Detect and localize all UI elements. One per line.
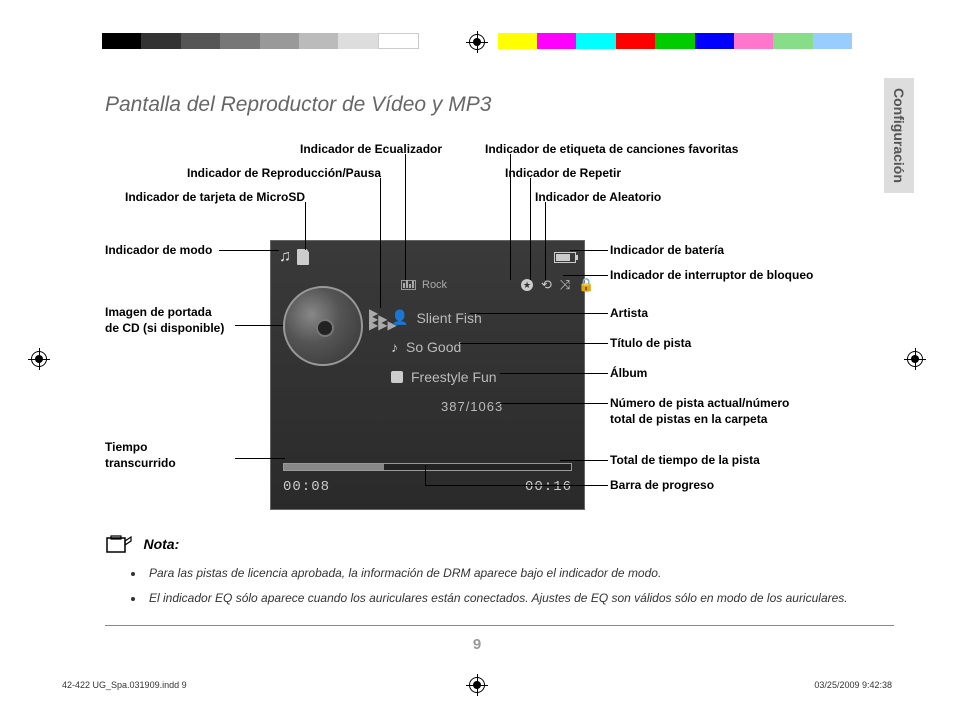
artist-text: Slient Fish bbox=[416, 310, 481, 326]
note-heading: Nota: bbox=[143, 536, 179, 552]
album-text: Freestyle Fun bbox=[411, 369, 497, 385]
eq-text: Rock bbox=[422, 279, 447, 291]
section-tab-label: Configuración bbox=[891, 88, 907, 183]
eq-bars-icon bbox=[401, 280, 416, 290]
note-icon: ♪ bbox=[391, 339, 398, 355]
repeat-icon: ⟲ bbox=[541, 277, 552, 293]
cd-cover-image bbox=[283, 286, 363, 366]
imprint-timestamp: 03/25/2009 9:42:38 bbox=[814, 680, 892, 690]
music-note-icon: ♫ bbox=[279, 248, 291, 266]
note-item: El indicador EQ sólo aparece cuando los … bbox=[145, 590, 874, 607]
leader-line bbox=[305, 202, 306, 250]
registration-mark-icon bbox=[466, 674, 488, 696]
footer-rule bbox=[105, 625, 894, 626]
diagram: Indicador de Ecualizador Indicador de et… bbox=[105, 130, 865, 530]
label-repeat: Indicador de Repetir bbox=[505, 166, 621, 182]
leader-line bbox=[545, 202, 546, 280]
leader-line bbox=[510, 154, 511, 280]
leader-line bbox=[570, 250, 608, 251]
leader-line bbox=[560, 460, 608, 461]
note-section: Nota: Para las pistas de licencia aproba… bbox=[105, 535, 874, 615]
favorite-star-icon: ★ bbox=[521, 279, 533, 291]
label-mode: Indicador de modo bbox=[105, 243, 212, 259]
label-favorite-tag: Indicador de etiqueta de canciones favor… bbox=[485, 142, 738, 158]
leader-line bbox=[380, 178, 381, 308]
player-screen: ♫ Rock ★ ⟲ ⤨ 🔒 ▶▶▶▶▶▶ 👤 Slient Fish ♪ So… bbox=[270, 240, 585, 510]
track-number-text: 387/1063 bbox=[441, 399, 503, 414]
leader-line bbox=[425, 485, 608, 486]
registration-mark-icon bbox=[28, 348, 50, 370]
label-battery: Indicador de batería bbox=[610, 243, 724, 259]
artist-icon: 👤 bbox=[391, 309, 408, 326]
album-icon bbox=[391, 371, 403, 383]
track-title-text: So Good bbox=[406, 339, 461, 355]
label-play-pause: Indicador de Reproducción/Pausa bbox=[187, 166, 381, 182]
shuffle-icon: ⤨ bbox=[560, 277, 570, 293]
label-album: Álbum bbox=[610, 366, 647, 382]
label-cover: Imagen de portada de CD (si disponible) bbox=[105, 305, 224, 336]
label-lock: Indicador de interruptor de bloqueo bbox=[610, 268, 813, 284]
label-shuffle: Indicador de Aleatorio bbox=[535, 190, 661, 206]
registration-mark-icon bbox=[904, 348, 926, 370]
label-total-time: Total de tiempo de la pista bbox=[610, 453, 760, 469]
leader-line bbox=[235, 458, 285, 459]
battery-icon bbox=[554, 252, 576, 263]
leader-line bbox=[563, 275, 608, 276]
note-item: Para las pistas de licencia aprobada, la… bbox=[145, 565, 874, 582]
leader-line bbox=[500, 403, 608, 404]
label-tracknum: Número de pista actual/número total de p… bbox=[610, 396, 789, 427]
label-progress: Barra de progreso bbox=[610, 478, 714, 494]
page-title: Pantalla del Reproductor de Vídeo y MP3 bbox=[105, 93, 491, 117]
leader-line bbox=[235, 325, 283, 326]
label-elapsed: Tiempo transcurrido bbox=[105, 440, 176, 471]
label-microsd: Indicador de tarjeta de MicroSD bbox=[125, 190, 305, 206]
registration-mark-icon bbox=[466, 31, 488, 53]
progress-bar bbox=[283, 463, 572, 471]
time-elapsed: 00:08 bbox=[283, 479, 330, 495]
leader-line bbox=[470, 313, 608, 314]
label-track-title: Título de pista bbox=[610, 336, 691, 352]
section-tab: Configuración bbox=[884, 78, 914, 193]
note-clipboard-icon bbox=[105, 535, 133, 555]
sd-card-icon bbox=[297, 249, 309, 265]
label-artist: Artista bbox=[610, 306, 648, 322]
leader-line bbox=[460, 343, 608, 344]
lock-icon: 🔒 bbox=[578, 277, 594, 293]
page-number: 9 bbox=[0, 636, 954, 653]
leader-line bbox=[425, 465, 426, 485]
leader-line bbox=[219, 250, 279, 251]
imprint-filename: 42-422 UG_Spa.031909.indd 9 bbox=[62, 680, 187, 690]
leader-line bbox=[530, 178, 531, 280]
label-equalizer: Indicador de Ecualizador bbox=[300, 142, 442, 158]
time-total: 00:16 bbox=[525, 479, 572, 495]
leader-line bbox=[500, 373, 608, 374]
leader-line bbox=[405, 154, 406, 280]
